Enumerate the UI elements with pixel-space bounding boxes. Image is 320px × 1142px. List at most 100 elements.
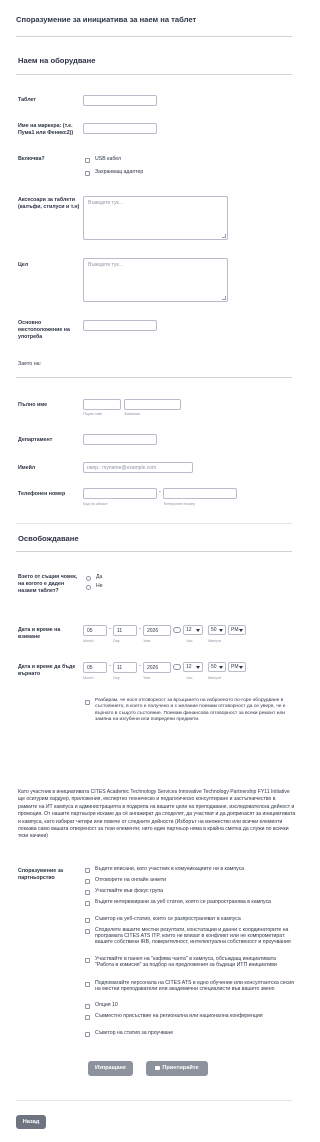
section-title-release: Освобождаване	[18, 534, 79, 543]
section-divider	[16, 551, 292, 552]
return-month-input[interactable]: 05	[83, 662, 107, 673]
pickup-month-input[interactable]: 05	[83, 625, 107, 636]
phone-label: Телефонен номер	[18, 491, 66, 497]
partnership-option-label: Бъдете интервюирани за уеб статия, която…	[95, 899, 272, 905]
back-button[interactable]: Назад	[16, 1115, 46, 1129]
year-sublabel: Year	[143, 676, 151, 680]
partnership-option-checkbox[interactable]	[85, 1032, 90, 1037]
partnership-option-label: Участвайте в панел на "кафява чанта" в к…	[95, 956, 277, 969]
pickup-minute-select[interactable]: 50	[208, 625, 226, 635]
partnership-option-checkbox[interactable]	[85, 982, 90, 987]
partnership-option-checkbox[interactable]	[85, 1004, 90, 1009]
usb-cable-checkbox[interactable]	[85, 158, 90, 163]
partnership-option-checkbox[interactable]	[85, 1015, 90, 1020]
accessories-label: Аксесоари за таблети (калъфи, стилуси и …	[18, 197, 80, 210]
includes-label: Включва?	[18, 156, 45, 162]
return-day-input[interactable]: 11	[113, 662, 137, 673]
location-label: Основно местоположение на употреба	[18, 320, 70, 340]
no-radio-label: Не	[96, 583, 103, 589]
chevron-down-icon	[239, 629, 243, 632]
date-dash: -	[139, 626, 141, 632]
partnership-option-checkbox[interactable]	[85, 929, 90, 934]
tablet-label: Таблет	[18, 97, 36, 103]
print-form-button[interactable]: Принтирайте форма	[146, 1061, 208, 1086]
pickup-datetime-label: Дата и време на взимане	[18, 627, 61, 640]
pickup-hour-select[interactable]: 12	[183, 625, 203, 635]
marker-name-input[interactable]	[83, 123, 157, 134]
pickup-hour-value: 12	[186, 627, 192, 633]
date-dash: -	[139, 663, 141, 669]
responsibility-checkbox[interactable]	[85, 700, 90, 705]
resize-handle-icon[interactable]	[222, 234, 226, 238]
marker-name-label: Име на маркера: (т.е. Пума1 или Феникс2)…	[18, 123, 74, 136]
phone-number-input[interactable]	[163, 488, 237, 499]
partnership-option-checkbox[interactable]	[85, 879, 90, 884]
return-ampm-select[interactable]: PM	[228, 662, 246, 672]
first-name-input[interactable]	[83, 399, 121, 410]
area-code-input[interactable]	[83, 488, 157, 499]
partnership-option-checkbox[interactable]	[85, 901, 90, 906]
location-input[interactable]	[83, 320, 157, 331]
borrowed-by-divider	[16, 377, 292, 378]
date-dash: -	[109, 663, 111, 669]
year-sublabel: Year	[143, 639, 151, 643]
return-datetime-label: Дата и време да бъде върнато	[18, 664, 76, 677]
pickup-ampm-value: PM	[231, 627, 239, 633]
month-sublabel: Month	[83, 639, 94, 643]
email-input[interactable]: напр.: myname@example.com	[83, 462, 193, 473]
accessories-textarea[interactable]: Въведете тук...	[83, 196, 228, 240]
return-year-input[interactable]: 2026	[143, 662, 171, 673]
department-input[interactable]	[83, 434, 157, 445]
email-label: Имейл	[18, 465, 36, 471]
partnership-option-checkbox[interactable]	[85, 918, 90, 923]
section-divider	[16, 523, 292, 524]
usb-cable-option-label: USB кабел	[95, 156, 122, 162]
partnership-option-label: Бъдете вписани, като участник в комуника…	[95, 866, 245, 872]
phone-dash: -	[159, 489, 161, 495]
full-name-label: Пълно име	[18, 402, 48, 408]
partnership-option-label: Съветор на статия за проучване	[95, 1030, 174, 1036]
section-divider	[16, 74, 292, 75]
partnership-option-checkbox[interactable]	[85, 958, 90, 963]
calendar-icon[interactable]	[173, 627, 181, 633]
partnership-option-label: Участвайте във фокус група	[95, 888, 164, 894]
partnership-option-checkbox[interactable]	[85, 868, 90, 873]
resize-handle-icon[interactable]	[222, 296, 226, 300]
power-adapter-checkbox[interactable]	[85, 171, 90, 176]
department-label: Департамент	[18, 437, 53, 443]
pickup-year-input[interactable]: 2026	[143, 625, 171, 636]
tablet-input[interactable]	[83, 95, 157, 106]
no-radio[interactable]	[86, 585, 91, 590]
phone-number-sublabel: Телефонен номер	[163, 502, 196, 506]
printer-icon	[155, 1065, 161, 1070]
pickup-day-input[interactable]: 11	[113, 625, 137, 636]
submit-button[interactable]: Изпращане	[88, 1061, 133, 1076]
partnership-label: Споразумение за партньорство	[18, 868, 64, 881]
partnership-paragraph: Като участник в инициативата CITES Acade…	[18, 789, 296, 840]
calendar-icon[interactable]	[173, 664, 181, 670]
return-ampm-value: PM	[231, 664, 239, 670]
return-hour-select[interactable]: 12	[183, 662, 203, 672]
minute-sublabel: Минути	[208, 639, 222, 643]
hour-sublabel: Час	[186, 676, 193, 680]
chevron-down-icon	[239, 666, 243, 669]
print-form-label: Принтирайте форма	[162, 1065, 199, 1086]
return-minute-select[interactable]: 50	[208, 662, 226, 672]
yes-radio[interactable]	[86, 576, 91, 581]
return-minute-value: 50	[211, 664, 217, 670]
partnership-option-label: Съвместно присъствие на регионална или н…	[95, 1013, 263, 1019]
pickup-ampm-select[interactable]: PM	[228, 625, 246, 635]
title-divider	[16, 36, 292, 37]
area-code-sublabel: Код на област	[83, 502, 108, 506]
section-title-rental: Наем на оборудване	[18, 56, 96, 65]
purpose-textarea[interactable]: Въведете тук...	[83, 258, 228, 302]
date-dash: -	[109, 626, 111, 632]
partnership-option-checkbox[interactable]	[85, 890, 90, 895]
last-name-sublabel: Фамилия	[124, 412, 141, 416]
day-sublabel: Day	[113, 639, 120, 643]
pickup-minute-value: 50	[211, 627, 217, 633]
chevron-down-icon	[196, 666, 200, 669]
email-placeholder: напр.: myname@example.com	[87, 465, 157, 471]
last-name-input[interactable]	[124, 399, 181, 410]
chevron-down-icon	[196, 629, 200, 632]
